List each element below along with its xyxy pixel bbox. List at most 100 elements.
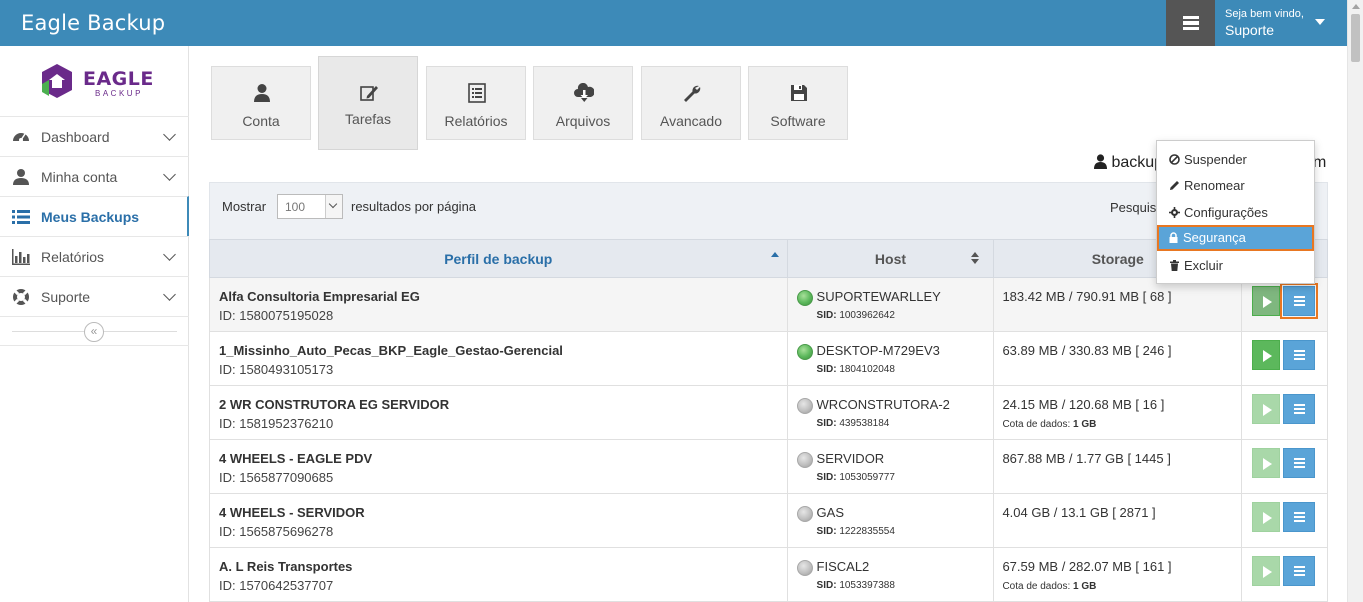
menu-icon bbox=[1294, 458, 1306, 470]
user-menu[interactable]: Seja bem vindo, Suporte bbox=[1225, 8, 1304, 38]
column-header-host[interactable]: Host bbox=[786, 239, 995, 278]
table-row[interactable]: 1_Missinho_Auto_Pecas_BKP_Eagle_Gestao-G… bbox=[209, 331, 1328, 386]
run-backup-button[interactable] bbox=[1252, 286, 1281, 316]
search-label: Pesquis bbox=[1110, 200, 1157, 215]
welcome-text: Seja bem vindo, bbox=[1225, 8, 1304, 20]
host-sid: SID: 1053397388 bbox=[816, 580, 895, 591]
lock-icon bbox=[1169, 232, 1178, 243]
menu-item-renomear[interactable]: Renomear bbox=[1157, 173, 1314, 199]
backup-table: Perfil de backup Host Storage Alfa Consu… bbox=[209, 239, 1328, 602]
tab-avancado[interactable]: Avancado bbox=[641, 66, 741, 140]
host-name: FISCAL2 bbox=[816, 559, 870, 574]
menu-item-configuracoes[interactable]: Configurações bbox=[1157, 200, 1314, 226]
user-name: Suporte bbox=[1225, 22, 1275, 38]
caret-down-icon[interactable] bbox=[1315, 19, 1325, 25]
host-name: SERVIDOR bbox=[816, 451, 885, 466]
sidebar-item-relatorios[interactable]: Relatórios bbox=[0, 236, 189, 276]
row-menu-button[interactable] bbox=[1283, 394, 1316, 424]
profile-name: 4 WHEELS - EAGLE PDV bbox=[219, 451, 373, 466]
menu-item-excluir[interactable]: Excluir bbox=[1157, 253, 1314, 279]
sidebar-item-meus-backups[interactable]: Meus Backups bbox=[0, 196, 189, 236]
top-bar: Eagle Backup Seja bem vindo, Suporte bbox=[0, 0, 1363, 46]
run-backup-button[interactable] bbox=[1252, 394, 1281, 424]
scroll-thumb[interactable] bbox=[1351, 14, 1360, 62]
edit-icon bbox=[360, 86, 378, 101]
row-menu-button[interactable] bbox=[1283, 448, 1316, 478]
sidebar-collapse-row: « bbox=[0, 316, 189, 346]
sidebar-item-dashboard[interactable]: Dashboard bbox=[0, 116, 189, 156]
show-label: Mostrar bbox=[222, 199, 267, 214]
sidebar-item-label: Meus Backups bbox=[41, 208, 140, 225]
user-icon bbox=[13, 169, 29, 185]
row-menu-button[interactable] bbox=[1280, 283, 1319, 319]
run-backup-button[interactable] bbox=[1252, 448, 1281, 478]
sidebar-item-label: Dashboard bbox=[41, 128, 110, 145]
menu-item-label: Configurações bbox=[1184, 205, 1268, 220]
tab-label: Arquivos bbox=[555, 113, 611, 129]
tab-arquivos[interactable]: Arquivos bbox=[533, 66, 633, 140]
table-row[interactable]: Alfa Consultoria Empresarial EG ID: 15800… bbox=[209, 277, 1328, 332]
table-row[interactable]: 4 WHEELS - EAGLE PDV ID: 1565877090685 SE… bbox=[209, 439, 1328, 494]
host-name: GAS bbox=[816, 505, 844, 520]
sidebar-item-suporte[interactable]: Suporte bbox=[0, 276, 189, 316]
tab-conta[interactable]: Conta bbox=[211, 66, 311, 140]
sort-asc-icon bbox=[771, 252, 779, 257]
profile-id: ID: 1570642537707 bbox=[219, 578, 334, 593]
profile-id: ID: 1565877090685 bbox=[219, 470, 334, 485]
profile-id: ID: 1581952376210 bbox=[219, 416, 334, 431]
scroll-up-icon[interactable] bbox=[1352, 4, 1360, 9]
table-row[interactable]: 2 WR CONSTRUTORA EG SERVIDOR ID: 15819523… bbox=[209, 385, 1328, 440]
profile-name: Alfa Consultoria Empresarial EG bbox=[219, 289, 420, 304]
run-backup-button[interactable] bbox=[1252, 556, 1281, 586]
column-header-label: Perfil de backup bbox=[444, 250, 553, 267]
menu-icon bbox=[1294, 512, 1306, 524]
lifebuoy-icon bbox=[13, 289, 29, 305]
host-sid: SID: 1222835554 bbox=[816, 526, 895, 537]
user-icon bbox=[1094, 154, 1107, 169]
menu-item-label: Excluir bbox=[1184, 258, 1224, 273]
storage-usage: 67.59 MB / 282.07 MB [ 161 ] bbox=[1002, 559, 1172, 574]
tab-software[interactable]: Software bbox=[748, 66, 848, 140]
run-backup-button[interactable] bbox=[1252, 502, 1281, 532]
tab-relatorios[interactable]: Relatórios bbox=[426, 66, 526, 140]
status-online-icon bbox=[796, 344, 813, 360]
status-offline-icon bbox=[796, 398, 813, 414]
list-alt-icon bbox=[468, 83, 486, 103]
host-sid: SID: 1003962642 bbox=[816, 310, 895, 321]
sidebar-item-minha-conta[interactable]: Minha conta bbox=[0, 156, 189, 196]
results-per-page-label: resultados por página bbox=[351, 199, 477, 214]
row-menu-button[interactable] bbox=[1283, 556, 1316, 586]
host-sid: SID: 1053059777 bbox=[816, 472, 895, 483]
row-menu-button[interactable] bbox=[1283, 502, 1316, 532]
sidebar-item-label: Suporte bbox=[41, 288, 91, 305]
collapse-sidebar-icon[interactable]: « bbox=[84, 322, 104, 342]
table-row[interactable]: A. L Reis Transportes ID: 1570642537707 F… bbox=[209, 547, 1328, 602]
per-page-value: 100 bbox=[285, 200, 306, 214]
tab-label: Tarefas bbox=[345, 111, 391, 127]
profile-name: 4 WHEELS - SERVIDOR bbox=[219, 505, 365, 520]
tab-label: Relatórios bbox=[444, 113, 508, 129]
row-menu-button[interactable] bbox=[1283, 340, 1316, 370]
account-user-line: backup bbox=[1094, 154, 1163, 172]
page-scrollbar[interactable] bbox=[1347, 0, 1363, 602]
tab-tarefas[interactable]: Tarefas bbox=[318, 56, 418, 150]
notifications-icon[interactable] bbox=[1166, 0, 1215, 46]
logo-text: EAGLE bbox=[83, 68, 154, 90]
storage-usage: 63.89 MB / 330.83 MB [ 246 ] bbox=[1002, 343, 1172, 358]
menu-item-suspender[interactable]: Suspender bbox=[1157, 147, 1314, 173]
per-page-select[interactable]: 100 bbox=[277, 194, 343, 219]
run-backup-button[interactable] bbox=[1252, 340, 1281, 370]
chevron-down-icon bbox=[163, 168, 176, 181]
profile-name: 2 WR CONSTRUTORA EG SERVIDOR bbox=[219, 397, 450, 412]
table-row[interactable]: 4 WHEELS - SERVIDOR ID: 1565875696278 GAS… bbox=[209, 493, 1328, 548]
sidebar-item-label: Minha conta bbox=[41, 168, 118, 185]
menu-item-seguranca[interactable]: Segurança bbox=[1157, 225, 1314, 251]
profile-name: 1_Missinho_Auto_Pecas_BKP_Eagle_Gestao-G… bbox=[219, 343, 563, 358]
status-offline-icon bbox=[796, 452, 813, 468]
host-sid: SID: 439538184 bbox=[816, 418, 890, 429]
menu-item-label: Renomear bbox=[1184, 178, 1245, 193]
eagle-logo: EAGLE BACKUP bbox=[37, 62, 154, 102]
column-header-profile[interactable]: Perfil de backup bbox=[209, 239, 788, 278]
host-name: DESKTOP-M729EV3 bbox=[816, 343, 940, 358]
profile-name: A. L Reis Transportes bbox=[219, 559, 353, 574]
